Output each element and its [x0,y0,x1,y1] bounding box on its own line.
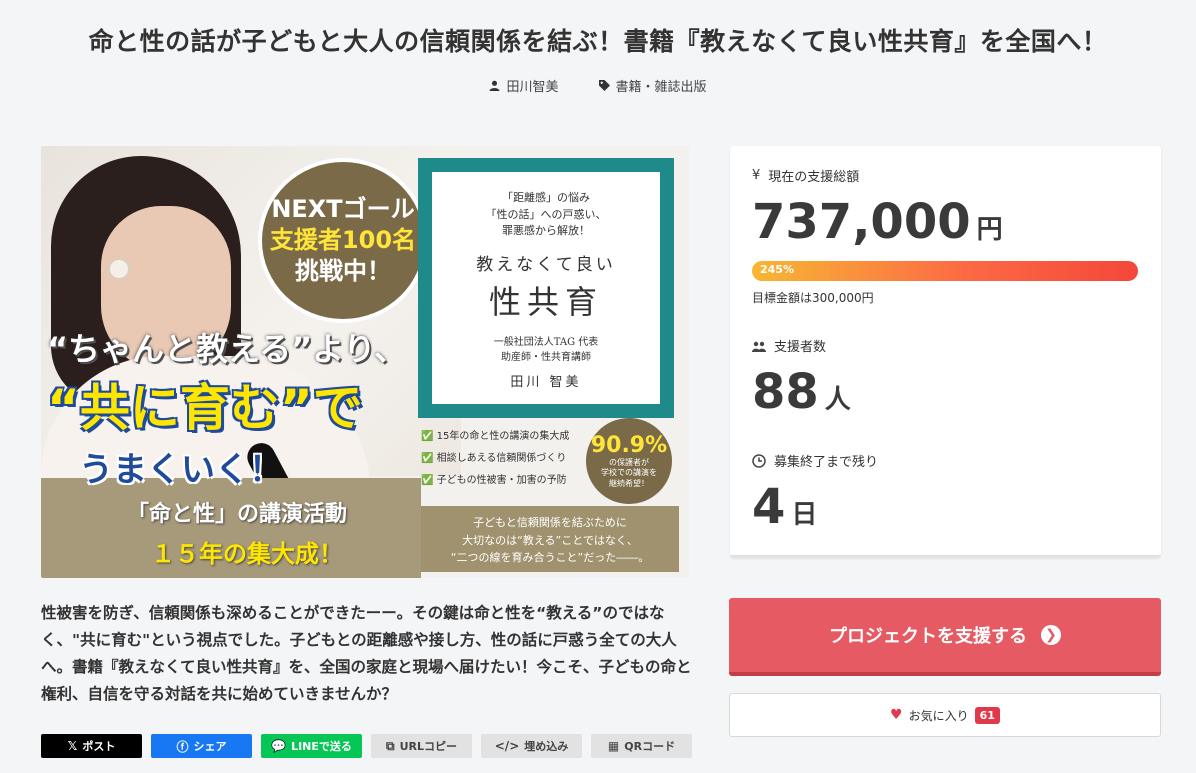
hero-copy-2: “共に育む”で [47,379,363,437]
tag-icon [598,80,610,91]
survey-badge: 90.9% の保護者が 学校での講演を 継続希望！ [586,418,672,504]
supporters-label: 支援者数 [752,336,826,355]
hero-image: NEXTゴール 支援者100名 挑戦中！ “ちゃんと教える”より、 “共に育む”… [41,146,689,578]
qr-icon: ▦ [607,739,620,753]
check-item: ✅ 相談しあえる信頼関係づくり [421,453,567,464]
hero-copy-5: １５年の集大成！ [151,540,343,568]
line-icon: 💬 [271,739,287,753]
copy-icon: ⧉ [386,738,395,753]
heart-icon: ♥ [890,707,903,723]
hero-copy-3: うまくいく！ [79,450,283,490]
copy-url-button[interactable]: ⧉ URLコピー [371,734,472,758]
qr-code-button[interactable]: ▦ QRコード [591,734,692,758]
project-description: 性被害を防ぎ、信頼関係も深めることができたーー。その鍵は命と性を“教える”のでは… [41,604,692,704]
category-link[interactable]: 書籍・雑誌出版 [598,76,707,95]
favorite-button[interactable]: ♥ お気に入り 61 [729,693,1161,737]
check-item: ✅ 子どもの性被害・加害の予防 [421,475,567,486]
favorite-count-badge: 61 [974,706,1000,724]
book-title-line1: 教えなくて良い [476,254,616,275]
total-amount: 737,000 円 [752,194,1003,250]
check-item: ✅ 15年の命と性の講演の集大成 [421,431,570,442]
author-link[interactable]: 田川智美 [489,76,559,95]
user-icon [490,80,500,91]
funding-stats-panel: ¥ 現在の支援総額 737,000 円 245% 目標金額は300,000円 支援… [730,146,1161,558]
goal-amount: 目標金額は300,000円 [752,291,874,305]
x-logo-icon: 𝕏 [67,739,78,753]
yen-icon: ¥ [752,168,761,183]
funding-progress-bar: 245% [752,261,1138,281]
page-title: 命と性の話が子どもと大人の信頼関係を結ぶ！書籍『教えなくて良い性共育』を全国へ！ [88,27,1108,56]
next-goal-bubble: NEXTゴール 支援者100名 挑戦中！ [258,158,428,323]
book-title-line2: 性共育 [488,282,603,321]
embed-button[interactable]: </> 埋め込み [481,734,582,758]
remaining-days: 4日 [752,479,818,535]
remaining-label: 募集終了まで残り [752,451,878,470]
book-band: 子どもと信頼関係を結ぶために 大切なのは“教える”ことではなく、 “二つの線を育… [421,506,679,572]
author-name: 田川智美 [506,80,559,95]
users-icon [752,341,766,352]
total-label: ¥ 現在の支援総額 [752,168,860,185]
progress-percent: 245% [760,263,794,276]
category-name: 書籍・雑誌出版 [615,80,707,95]
book-cover: 「距離感」の悩み 「性の話」への戸惑い、 罪悪感から解放！ 教えなくて良い 性共… [418,158,674,418]
code-icon: </> [494,739,520,753]
clock-icon [752,453,766,468]
share-buttons: 𝕏 ポスト ⓕ シェア 💬 LINEで送る ⧉ URLコピー </> 埋め込み … [41,734,692,758]
support-project-button[interactable]: プロジェクトを支援する ❯ [729,598,1161,676]
arrow-right-icon: ❯ [1041,625,1061,645]
book-author-name: 田川 智美 [510,374,582,390]
share-line-button[interactable]: 💬 LINEで送る [261,734,362,758]
hero-copy-4: 「命と性」の講演活動 [127,502,348,527]
project-meta: 田川智美 書籍・雑誌出版 [0,76,1196,95]
hero-copy-1: “ちゃんと教える”より、 [47,330,407,368]
share-facebook-button[interactable]: ⓕ シェア [151,734,252,758]
facebook-icon: ⓕ [176,739,189,754]
book-checklist: ✅ 15年の命と性の講演の集大成 ✅ 相談しあえる信頼関係づくり ✅ 子どもの性… [421,426,569,492]
share-x-button[interactable]: 𝕏 ポスト [41,734,142,758]
supporters-count: 88 人 [752,364,851,420]
